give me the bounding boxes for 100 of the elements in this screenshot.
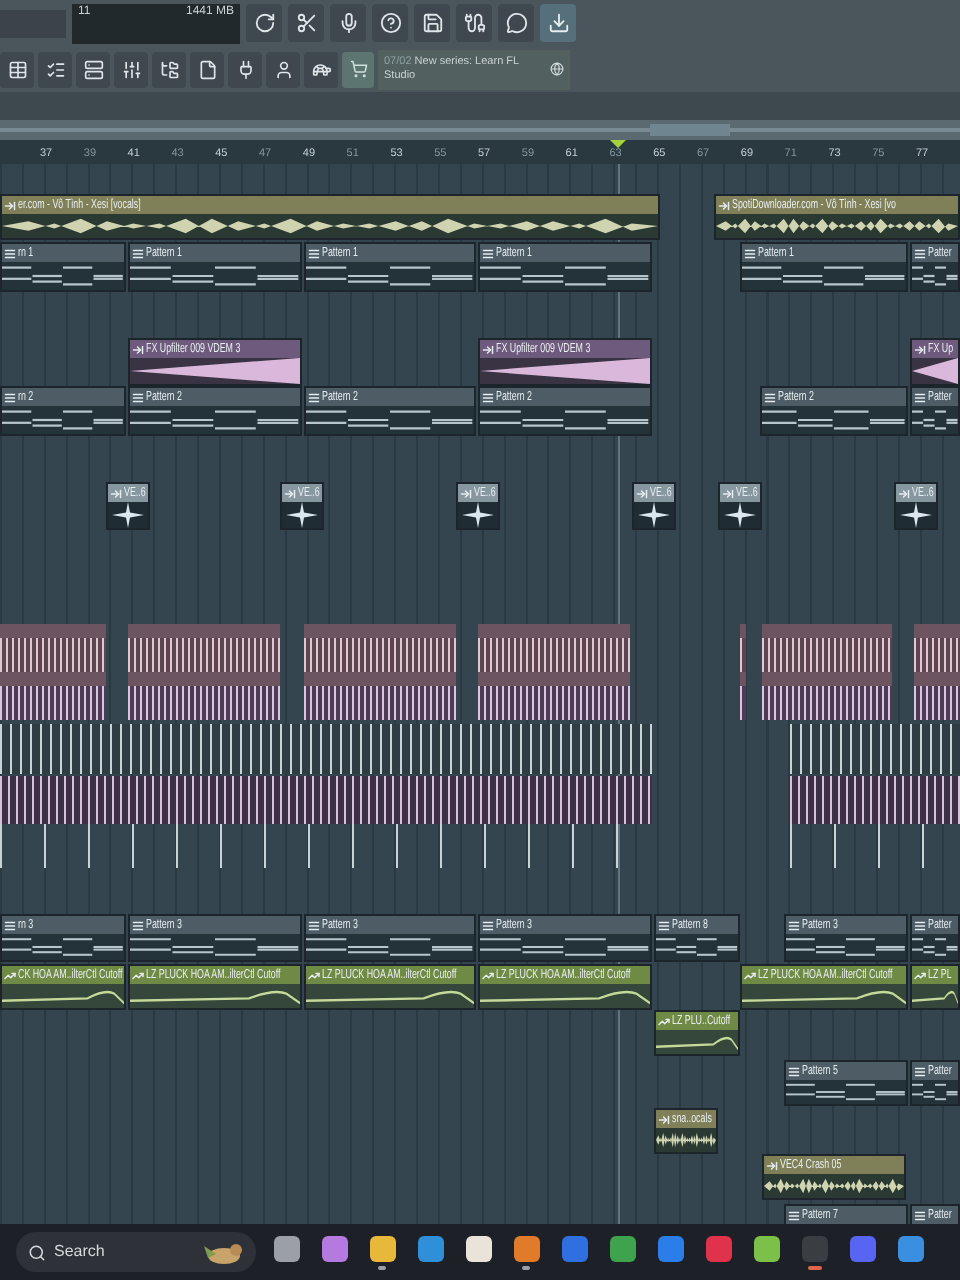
arrow-icon bbox=[722, 487, 734, 499]
pattern-icon bbox=[482, 391, 494, 403]
waveform-clip[interactable] bbox=[914, 624, 960, 672]
scissors-button[interactable] bbox=[288, 4, 324, 42]
waveform-clip[interactable] bbox=[914, 672, 960, 720]
help-button[interactable] bbox=[372, 4, 408, 42]
waveform-clip[interactable] bbox=[128, 624, 280, 672]
mixer-icon bbox=[121, 59, 141, 79]
folder-tree-button[interactable] bbox=[152, 51, 186, 87]
note-pattern-drawing bbox=[2, 262, 124, 290]
save-icon bbox=[421, 12, 443, 34]
pattern-icon bbox=[914, 247, 926, 259]
plug-button[interactable] bbox=[228, 51, 262, 87]
waveform-clip[interactable] bbox=[128, 672, 280, 720]
arrow-icon bbox=[766, 1159, 778, 1171]
microphone-button[interactable] bbox=[330, 4, 366, 42]
rack-icon bbox=[83, 59, 103, 79]
waveform-clip[interactable] bbox=[304, 672, 456, 720]
arrow-icon bbox=[110, 487, 122, 499]
waveform-clip[interactable] bbox=[790, 724, 960, 774]
chat-button[interactable] bbox=[498, 4, 534, 42]
automation-icon bbox=[308, 969, 320, 981]
automation-icon bbox=[132, 969, 144, 981]
arrow-icon bbox=[482, 343, 494, 355]
figure-icon bbox=[273, 59, 293, 79]
arrow-icon bbox=[460, 487, 472, 499]
pattern-icon bbox=[764, 391, 776, 403]
mixer-button[interactable] bbox=[114, 51, 148, 87]
pattern-icon bbox=[788, 1065, 800, 1077]
note-pattern-drawing bbox=[912, 406, 958, 434]
pattern-icon bbox=[914, 391, 926, 403]
waveform-clip[interactable] bbox=[762, 672, 892, 720]
arrow-icon bbox=[658, 1113, 670, 1125]
automation-icon bbox=[658, 1015, 670, 1027]
cart-icon bbox=[349, 60, 367, 78]
plug-icon bbox=[235, 59, 255, 79]
turtle-icon bbox=[311, 59, 331, 79]
globe-icon bbox=[550, 62, 564, 76]
cart-button[interactable] bbox=[342, 51, 374, 87]
figure-button[interactable] bbox=[266, 51, 300, 87]
automation-icon bbox=[4, 969, 16, 981]
file-icon bbox=[197, 59, 217, 79]
search-field[interactable]: Search bbox=[16, 1232, 256, 1272]
waveform-clip[interactable] bbox=[478, 624, 630, 672]
note-pattern-drawing bbox=[786, 1080, 906, 1104]
table-button[interactable] bbox=[0, 51, 34, 87]
automation-icon bbox=[744, 969, 756, 981]
automation-icon bbox=[482, 969, 494, 981]
pattern-icon bbox=[788, 919, 800, 931]
arrow-icon bbox=[4, 199, 16, 211]
pattern-icon bbox=[482, 919, 494, 931]
file-button[interactable] bbox=[190, 51, 224, 87]
save-button[interactable] bbox=[414, 4, 450, 42]
waveform-clip[interactable] bbox=[740, 672, 746, 720]
pattern-icon bbox=[132, 391, 144, 403]
waveform-clip[interactable] bbox=[0, 776, 652, 824]
arrow-icon bbox=[284, 487, 296, 499]
download-icon bbox=[547, 12, 569, 34]
microphone-icon bbox=[337, 12, 359, 34]
rack-button[interactable] bbox=[76, 51, 110, 87]
turtle-button[interactable] bbox=[304, 51, 338, 87]
note-pattern-drawing bbox=[2, 934, 124, 960]
waveform-clip[interactable] bbox=[762, 624, 892, 672]
note-pattern-drawing bbox=[912, 1080, 958, 1104]
pattern-icon bbox=[4, 919, 16, 931]
refresh-icon bbox=[253, 12, 275, 34]
list-button[interactable] bbox=[38, 51, 72, 87]
automation-icon bbox=[914, 969, 926, 981]
pattern-icon bbox=[914, 919, 926, 931]
cable-button[interactable] bbox=[456, 4, 492, 42]
note-pattern-drawing bbox=[656, 934, 738, 960]
pattern-icon bbox=[132, 919, 144, 931]
download-button[interactable] bbox=[540, 4, 576, 42]
arrow-icon bbox=[132, 343, 144, 355]
search-input[interactable]: Search bbox=[54, 1240, 192, 1264]
waveform-clip[interactable] bbox=[0, 672, 106, 720]
waveform-clip[interactable] bbox=[0, 724, 652, 774]
refresh-button[interactable] bbox=[246, 4, 282, 42]
pattern-icon bbox=[482, 247, 494, 259]
waveform-clip[interactable] bbox=[0, 824, 624, 868]
pattern-icon bbox=[744, 247, 756, 259]
arrow-icon bbox=[898, 487, 910, 499]
scissors-icon bbox=[295, 12, 317, 34]
pattern-icon bbox=[308, 919, 320, 931]
pattern-icon bbox=[132, 247, 144, 259]
list-icon bbox=[45, 59, 65, 79]
pattern-icon bbox=[658, 919, 670, 931]
pattern-icon bbox=[4, 247, 16, 259]
help-icon bbox=[379, 12, 401, 34]
waveform-drawing bbox=[764, 1174, 904, 1198]
waveform-clip[interactable] bbox=[740, 624, 746, 672]
pattern-icon bbox=[914, 1209, 926, 1221]
waveform-drawing bbox=[656, 1128, 716, 1152]
waveform-clip[interactable] bbox=[0, 624, 106, 672]
arrow-icon bbox=[718, 199, 730, 211]
waveform-clip[interactable] bbox=[304, 624, 456, 672]
waveform-clip[interactable] bbox=[790, 776, 960, 824]
waveform-clip[interactable] bbox=[478, 672, 630, 720]
pattern-icon bbox=[4, 391, 16, 403]
arrow-icon bbox=[914, 343, 926, 355]
